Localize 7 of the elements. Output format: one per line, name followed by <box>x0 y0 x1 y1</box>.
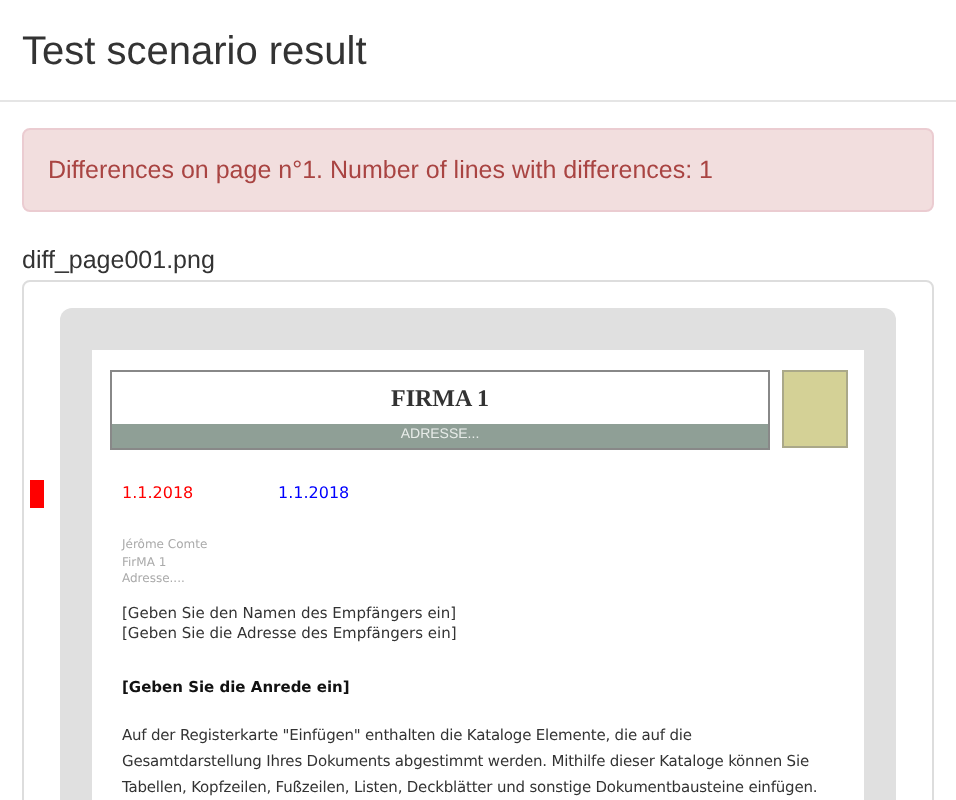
logo-placeholder <box>782 370 848 448</box>
alert-message: Differences on page n°1. Number of lines with differences: 1 <box>22 128 934 212</box>
page-title: Test scenario result <box>22 28 369 76</box>
date-text: 1.1.2018 <box>122 484 196 504</box>
date-text: 1.1.2018 <box>278 484 352 504</box>
file-name: diff_page001.png <box>22 246 217 276</box>
company-name: FIRMA 1 <box>389 382 491 416</box>
